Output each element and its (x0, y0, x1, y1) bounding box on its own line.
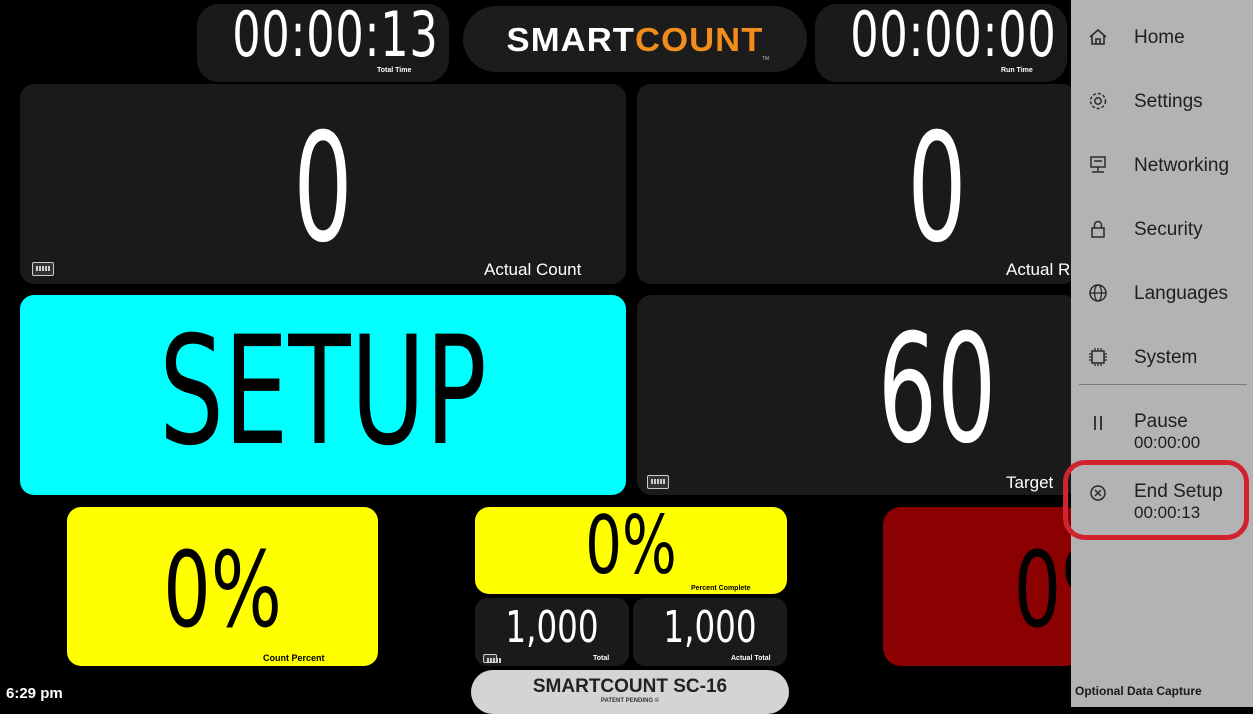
menu-item-system[interactable]: System (1071, 330, 1253, 386)
actual-rate-panel: 0 Actual R (637, 84, 1077, 284)
total-label: Total (593, 655, 610, 662)
gear-icon (1087, 90, 1109, 112)
actual-rate-label: Actual R (1006, 260, 1071, 279)
logo-text-count: COUNT (635, 21, 764, 58)
end-setup-highlight (1063, 460, 1249, 540)
total-time-value: 00:00:13 (232, 4, 439, 71)
menu-label: Networking (1134, 155, 1230, 176)
percent-complete-value: 0% (585, 507, 677, 592)
device-model-title: SMARTCOUNT SC-16 (532, 676, 728, 697)
count-percent-label: Count Percent (263, 653, 325, 663)
pause-time: 00:00:00 (1134, 433, 1201, 452)
actual-count-label: Actual Count (484, 260, 582, 279)
globe-icon (1087, 282, 1109, 304)
pause-button[interactable]: Pause 00:00:00 (1071, 406, 1253, 462)
keyboard-icon[interactable] (483, 654, 501, 663)
menu-label: Languages (1134, 283, 1229, 304)
right-percent-panel: 0% (883, 507, 1083, 666)
pause-label: Pause (1134, 411, 1188, 432)
menu-label: Home (1134, 27, 1185, 48)
menu-item-networking[interactable]: Networking (1071, 138, 1253, 194)
run-time-value: 00:00:00 (850, 4, 1057, 71)
actual-total-panel: 1,000 Actual Total (633, 598, 787, 666)
actual-count-panel[interactable]: 0 Actual Count (20, 84, 626, 284)
menu-item-home[interactable]: Home (1071, 10, 1253, 66)
smartcount-logo: SMARTCOUNT TM (463, 6, 807, 72)
count-percent-value: 0% (163, 529, 282, 651)
target-panel[interactable]: 60 Target (637, 295, 1077, 495)
menu-item-languages[interactable]: Languages (1071, 266, 1253, 322)
menu-label: Security (1134, 219, 1203, 240)
percent-complete-panel: 0% Percent Complete (475, 507, 787, 594)
lock-icon (1087, 218, 1109, 240)
actual-total-label: Actual Total (731, 655, 771, 662)
run-time-label: Run Time (1001, 67, 1033, 74)
total-time-display: 00:00:13 Total Time (197, 4, 449, 82)
pause-icon (1087, 412, 1109, 434)
clock: 6:29 pm (6, 685, 63, 702)
optional-data-capture[interactable]: Optional Data Capture (1075, 684, 1202, 698)
total-time-label: Total Time (377, 67, 412, 74)
device-model-pill: SMARTCOUNT SC-16 PATENT PENDING © (471, 670, 789, 714)
patent-pending-text: PATENT PENDING © (600, 698, 660, 704)
logo-text-smart: SMART (506, 21, 635, 58)
setup-status-panel[interactable]: SETUP (20, 295, 626, 495)
percent-complete-label: Percent Complete (691, 585, 751, 592)
count-percent-panel: 0% Count Percent (67, 507, 378, 666)
logo-trademark: TM (761, 56, 769, 62)
menu-item-security[interactable]: Security (1071, 202, 1253, 258)
actual-rate-value: 0 (907, 102, 967, 276)
home-icon (1087, 26, 1109, 48)
status-text: SETUP (159, 305, 487, 479)
menu-divider (1079, 384, 1247, 385)
target-label: Target (1006, 473, 1054, 492)
actual-total-value: 1,000 (663, 602, 757, 653)
side-menu: Home Settings Networking Security Langua… (1071, 0, 1253, 707)
target-value: 60 (877, 303, 997, 477)
keyboard-icon[interactable] (647, 475, 669, 489)
network-icon (1087, 154, 1109, 176)
menu-item-settings[interactable]: Settings (1071, 74, 1253, 130)
run-time-display: 00:00:00 Run Time (815, 4, 1067, 82)
chip-icon (1087, 346, 1109, 368)
total-panel[interactable]: 1,000 Total (475, 598, 629, 666)
total-value: 1,000 (505, 602, 599, 653)
menu-label: System (1134, 347, 1198, 368)
keyboard-icon[interactable] (32, 262, 54, 276)
menu-label: Settings (1134, 91, 1203, 112)
actual-count-value: 0 (293, 102, 353, 276)
